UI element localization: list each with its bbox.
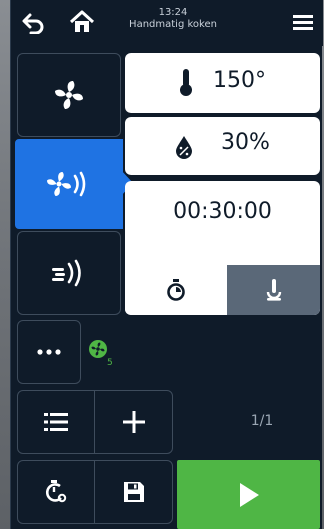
thermometer-icon xyxy=(180,69,192,96)
start-button[interactable] xyxy=(177,460,320,529)
fan-speed-icon xyxy=(89,340,107,358)
temperature-value: 150° xyxy=(213,68,266,93)
core-probe-icon xyxy=(266,279,281,301)
page-indicator: 1/1 xyxy=(250,413,274,429)
mode-fan-button[interactable] xyxy=(17,53,121,137)
hamburger-menu-icon[interactable] xyxy=(293,14,313,30)
home-icon[interactable] xyxy=(69,10,95,34)
fan-steam-icon xyxy=(47,171,86,197)
oven-screen: 13:24 Handmatig koken 150° 30% 00:30:00 … xyxy=(10,0,323,529)
delayed-start-button[interactable] xyxy=(17,460,95,524)
list-icon xyxy=(44,413,68,431)
top-bar: 13:24 Handmatig koken xyxy=(11,0,323,46)
back-arrow-icon[interactable] xyxy=(21,12,45,34)
clock-time: 13:24 xyxy=(158,7,188,18)
humidity-panel[interactable]: 30% xyxy=(125,117,320,175)
ellipsis-icon xyxy=(37,349,61,355)
humidity-drop-icon xyxy=(176,136,192,159)
plus-icon xyxy=(122,411,145,433)
fan-speed-level: 5 xyxy=(107,358,113,368)
timer-settings-icon xyxy=(45,480,67,503)
timer-value: 00:30:00 xyxy=(173,199,272,224)
mode-fan-steam-button[interactable] xyxy=(15,139,123,229)
steam-icon xyxy=(52,259,81,287)
temperature-panel[interactable]: 150° xyxy=(125,53,320,113)
fan-icon xyxy=(55,81,83,109)
program-list-button[interactable] xyxy=(17,390,95,454)
add-step-button[interactable] xyxy=(94,390,173,454)
tab-core-probe[interactable] xyxy=(227,265,320,315)
humidity-value: 30% xyxy=(221,130,270,155)
play-icon xyxy=(239,482,259,507)
more-options-button[interactable] xyxy=(17,320,81,384)
save-program-button[interactable] xyxy=(94,460,173,524)
timer-panel[interactable]: 00:30:00 xyxy=(125,181,320,315)
tab-timer[interactable] xyxy=(125,265,227,315)
mode-steam-button[interactable] xyxy=(17,231,121,315)
stopwatch-icon xyxy=(167,279,185,301)
save-disk-icon xyxy=(123,482,144,502)
screen-title: Handmatig koken xyxy=(129,19,217,30)
